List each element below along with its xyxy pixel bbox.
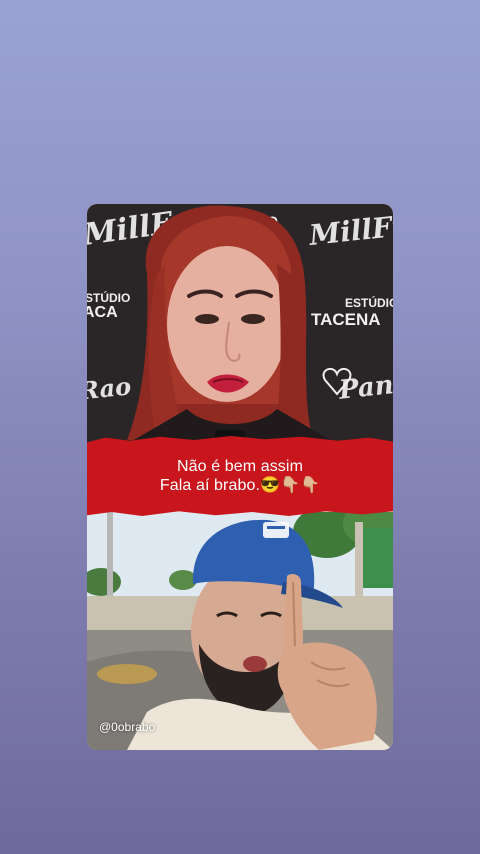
man-speaker-image [87, 512, 393, 750]
top-video-clip: MillFran KO MillFran STÚDIO ACA ESTÚDIO … [87, 204, 393, 444]
bottom-video-clip: @0obrabo [87, 512, 393, 750]
caption-line-1: Não é bem assim [177, 458, 303, 475]
woman-speaker-image [127, 205, 352, 444]
video-card[interactable]: MillFran KO MillFran STÚDIO ACA ESTÚDIO … [87, 204, 393, 750]
caption-line-2: Fala aí brabo.😎👇🏼👇🏼 [159, 477, 321, 494]
creator-watermark: @0obrabo [99, 720, 156, 734]
heart-icon [322, 367, 352, 396]
caption-banner: Não é bem assim Fala aí brabo.😎👇🏼👇🏼 [87, 436, 393, 516]
